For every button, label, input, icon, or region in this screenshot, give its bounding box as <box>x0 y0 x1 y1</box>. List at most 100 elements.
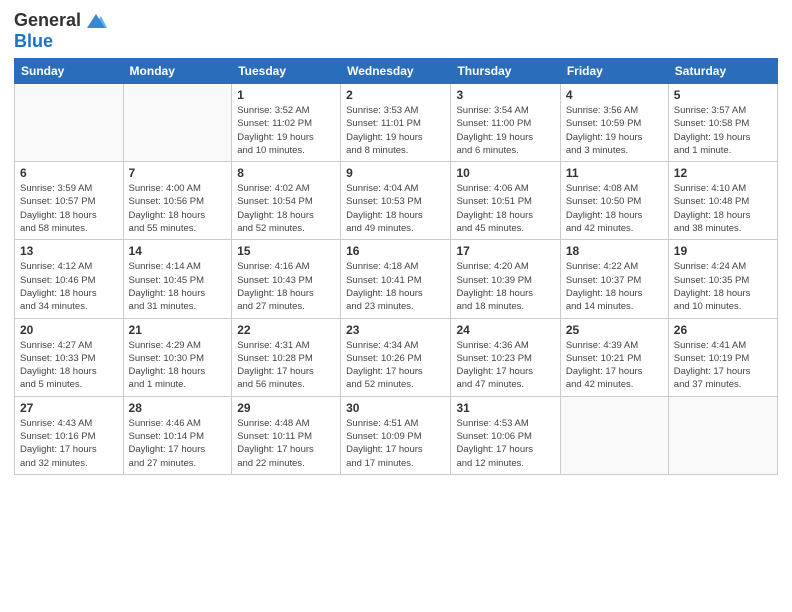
day-cell: 6 Sunrise: 3:59 AM Sunset: 10:57 PM Dayli… <box>15 162 124 240</box>
day-cell: 24 Sunrise: 4:36 AM Sunset: 10:23 PM Dayl… <box>451 318 560 396</box>
week-row-2: 6 Sunrise: 3:59 AM Sunset: 10:57 PM Dayli… <box>15 162 778 240</box>
day-cell: 26Sunrise: 4:41 AM Sunset: 10:19 PM Dayl… <box>668 318 777 396</box>
day-cell: 16 Sunrise: 4:18 AM Sunset: 10:41 PM Dayl… <box>341 240 451 318</box>
logo-blue: Blue <box>14 31 53 51</box>
day-detail: Sunrise: 4:43 AM Sunset: 10:16 PM Daylig… <box>20 417 118 470</box>
day-detail: Sunrise: 4:46 AM Sunset: 10:14 PM Daylig… <box>129 417 227 470</box>
day-cell: 5Sunrise: 3:57 AM Sunset: 10:58 PM Dayli… <box>668 84 777 162</box>
day-detail: Sunrise: 4:06 AM Sunset: 10:51 PM Daylig… <box>456 182 554 235</box>
day-cell: 12 Sunrise: 4:10 AM Sunset: 10:48 PM Dayl… <box>668 162 777 240</box>
week-row-1: 1 Sunrise: 3:52 AM Sunset: 11:02 PM Dayli… <box>15 84 778 162</box>
day-cell: 2Sunrise: 3:53 AM Sunset: 11:01 PM Dayli… <box>341 84 451 162</box>
day-number: 27 <box>20 401 118 415</box>
day-number: 24 <box>456 323 554 337</box>
day-number: 20 <box>20 323 118 337</box>
day-cell: 1 Sunrise: 3:52 AM Sunset: 11:02 PM Dayli… <box>232 84 341 162</box>
day-number: 7 <box>129 166 227 180</box>
day-cell <box>560 396 668 474</box>
day-cell: 4Sunrise: 3:56 AM Sunset: 10:59 PM Dayli… <box>560 84 668 162</box>
day-detail: Sunrise: 4:24 AM Sunset: 10:35 PM Daylig… <box>674 260 772 313</box>
week-row-5: 27 Sunrise: 4:43 AM Sunset: 10:16 PM Dayl… <box>15 396 778 474</box>
weekday-friday: Friday <box>560 59 668 84</box>
day-number: 15 <box>237 244 335 258</box>
day-number: 23 <box>346 323 445 337</box>
header: General Blue <box>14 10 778 52</box>
weekday-wednesday: Wednesday <box>341 59 451 84</box>
day-detail: Sunrise: 4:20 AM Sunset: 10:39 PM Daylig… <box>456 260 554 313</box>
day-cell <box>123 84 232 162</box>
day-detail: Sunrise: 4:31 AM Sunset: 10:28 PM Daylig… <box>237 339 335 392</box>
day-detail: Sunrise: 3:54 AM Sunset: 11:00 PM Daylig… <box>456 104 554 157</box>
day-number: 21 <box>129 323 227 337</box>
day-cell: 23 Sunrise: 4:34 AM Sunset: 10:26 PM Dayl… <box>341 318 451 396</box>
day-detail: Sunrise: 4:48 AM Sunset: 10:11 PM Daylig… <box>237 417 335 470</box>
day-detail: Sunrise: 3:52 AM Sunset: 11:02 PM Daylig… <box>237 104 335 157</box>
day-number: 18 <box>566 244 663 258</box>
day-cell: 15 Sunrise: 4:16 AM Sunset: 10:43 PM Dayl… <box>232 240 341 318</box>
day-number: 29 <box>237 401 335 415</box>
day-detail: Sunrise: 4:08 AM Sunset: 10:50 PM Daylig… <box>566 182 663 235</box>
page: General Blue SundayMondayTuesdayWednesda… <box>0 0 792 612</box>
day-number: 19 <box>674 244 772 258</box>
day-number: 25 <box>566 323 663 337</box>
day-number: 1 <box>237 88 335 102</box>
day-number: 14 <box>129 244 227 258</box>
day-cell: 21 Sunrise: 4:29 AM Sunset: 10:30 PM Dayl… <box>123 318 232 396</box>
day-number: 9 <box>346 166 445 180</box>
day-cell: 22 Sunrise: 4:31 AM Sunset: 10:28 PM Dayl… <box>232 318 341 396</box>
day-cell: 11 Sunrise: 4:08 AM Sunset: 10:50 PM Dayl… <box>560 162 668 240</box>
day-detail: Sunrise: 4:02 AM Sunset: 10:54 PM Daylig… <box>237 182 335 235</box>
day-cell: 27 Sunrise: 4:43 AM Sunset: 10:16 PM Dayl… <box>15 396 124 474</box>
day-detail: Sunrise: 4:10 AM Sunset: 10:48 PM Daylig… <box>674 182 772 235</box>
day-number: 11 <box>566 166 663 180</box>
day-cell: 13Sunrise: 4:12 AM Sunset: 10:46 PM Dayl… <box>15 240 124 318</box>
day-detail: Sunrise: 4:53 AM Sunset: 10:06 PM Daylig… <box>456 417 554 470</box>
day-number: 10 <box>456 166 554 180</box>
day-detail: Sunrise: 4:51 AM Sunset: 10:09 PM Daylig… <box>346 417 445 470</box>
day-number: 30 <box>346 401 445 415</box>
day-number: 16 <box>346 244 445 258</box>
day-detail: Sunrise: 4:36 AM Sunset: 10:23 PM Daylig… <box>456 339 554 392</box>
day-number: 2 <box>346 88 445 102</box>
day-detail: Sunrise: 4:41 AM Sunset: 10:19 PM Daylig… <box>674 339 772 392</box>
weekday-thursday: Thursday <box>451 59 560 84</box>
weekday-tuesday: Tuesday <box>232 59 341 84</box>
day-cell: 7Sunrise: 4:00 AM Sunset: 10:56 PM Dayli… <box>123 162 232 240</box>
day-cell <box>15 84 124 162</box>
day-cell: 31 Sunrise: 4:53 AM Sunset: 10:06 PM Dayl… <box>451 396 560 474</box>
day-number: 8 <box>237 166 335 180</box>
week-row-4: 20Sunrise: 4:27 AM Sunset: 10:33 PM Dayl… <box>15 318 778 396</box>
calendar-table: SundayMondayTuesdayWednesdayThursdayFrid… <box>14 58 778 475</box>
day-cell: 17 Sunrise: 4:20 AM Sunset: 10:39 PM Dayl… <box>451 240 560 318</box>
logo: General Blue <box>14 10 107 52</box>
day-cell: 28 Sunrise: 4:46 AM Sunset: 10:14 PM Dayl… <box>123 396 232 474</box>
day-detail: Sunrise: 4:18 AM Sunset: 10:41 PM Daylig… <box>346 260 445 313</box>
day-detail: Sunrise: 3:57 AM Sunset: 10:58 PM Daylig… <box>674 104 772 157</box>
day-cell: 10 Sunrise: 4:06 AM Sunset: 10:51 PM Dayl… <box>451 162 560 240</box>
day-detail: Sunrise: 4:29 AM Sunset: 10:30 PM Daylig… <box>129 339 227 392</box>
logo-icon <box>85 12 107 30</box>
day-cell <box>668 396 777 474</box>
week-row-3: 13Sunrise: 4:12 AM Sunset: 10:46 PM Dayl… <box>15 240 778 318</box>
day-number: 12 <box>674 166 772 180</box>
weekday-monday: Monday <box>123 59 232 84</box>
day-number: 6 <box>20 166 118 180</box>
day-number: 17 <box>456 244 554 258</box>
day-detail: Sunrise: 4:22 AM Sunset: 10:37 PM Daylig… <box>566 260 663 313</box>
day-detail: Sunrise: 3:59 AM Sunset: 10:57 PM Daylig… <box>20 182 118 235</box>
day-detail: Sunrise: 4:04 AM Sunset: 10:53 PM Daylig… <box>346 182 445 235</box>
day-number: 22 <box>237 323 335 337</box>
day-cell: 30 Sunrise: 4:51 AM Sunset: 10:09 PM Dayl… <box>341 396 451 474</box>
day-cell: 19 Sunrise: 4:24 AM Sunset: 10:35 PM Dayl… <box>668 240 777 318</box>
day-detail: Sunrise: 4:39 AM Sunset: 10:21 PM Daylig… <box>566 339 663 392</box>
day-number: 28 <box>129 401 227 415</box>
day-detail: Sunrise: 4:34 AM Sunset: 10:26 PM Daylig… <box>346 339 445 392</box>
weekday-saturday: Saturday <box>668 59 777 84</box>
day-number: 4 <box>566 88 663 102</box>
day-cell: 18 Sunrise: 4:22 AM Sunset: 10:37 PM Dayl… <box>560 240 668 318</box>
day-cell: 9 Sunrise: 4:04 AM Sunset: 10:53 PM Dayli… <box>341 162 451 240</box>
day-number: 31 <box>456 401 554 415</box>
day-number: 13 <box>20 244 118 258</box>
day-detail: Sunrise: 4:16 AM Sunset: 10:43 PM Daylig… <box>237 260 335 313</box>
day-cell: 8 Sunrise: 4:02 AM Sunset: 10:54 PM Dayli… <box>232 162 341 240</box>
